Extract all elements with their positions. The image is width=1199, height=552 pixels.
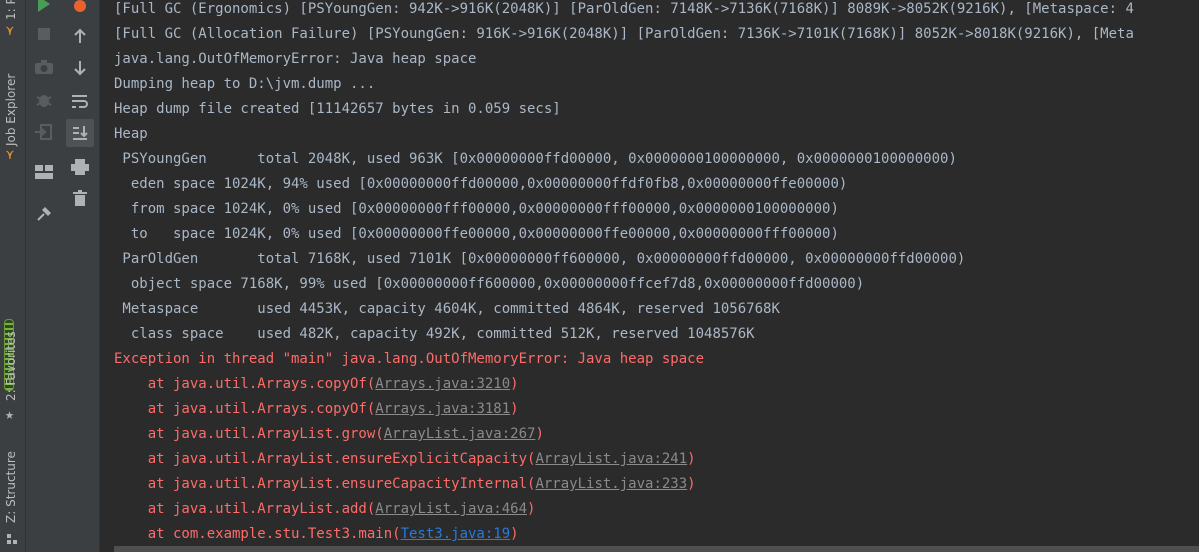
console-line: [Full GC (Ergonomics) [PSYoungGen: 942K-… xyxy=(114,0,1134,22)
camera-icon[interactable] xyxy=(32,55,56,79)
console-line: Heap xyxy=(114,122,148,147)
console-line: java.lang.OutOfMemoryError: Java heap sp… xyxy=(114,47,476,72)
console-line-suffix: ) xyxy=(510,401,519,417)
stack-trace-link[interactable]: Test3.java:19 xyxy=(401,526,511,542)
console-line-text: at com.example.stu.Test3.main( xyxy=(114,526,401,542)
console-line-suffix: ) xyxy=(687,451,696,467)
console-output[interactable]: [Full GC (Ergonomics) [PSYoungGen: 942K-… xyxy=(100,0,1199,552)
console-error-line: at com.example.stu.Test3.main(Test3.java… xyxy=(114,522,519,547)
console-line-text: to space 1024K, 0% used [0x00000000ffe00… xyxy=(114,226,839,242)
console-line-text: at java.util.ArrayList.grow( xyxy=(114,426,384,442)
pin-icon[interactable] xyxy=(32,202,56,226)
console-line: object space 7168K, 99% used [0x00000000… xyxy=(114,272,864,297)
project-icon: ⋎ xyxy=(6,24,14,39)
stop-icon[interactable] xyxy=(32,22,56,46)
console-error-line: at java.util.ArrayList.add(ArrayList.jav… xyxy=(114,497,536,522)
console-line-suffix: ) xyxy=(687,476,696,492)
tab-structure-label: Z: Structure xyxy=(4,451,18,523)
tab-structure[interactable]: Z: Structure xyxy=(0,445,25,545)
console-line-text: at java.util.ArrayList.ensureCapacityInt… xyxy=(114,476,536,492)
console-line-text: java.lang.OutOfMemoryError: Java heap sp… xyxy=(114,51,477,67)
console-line-suffix: ) xyxy=(510,526,519,542)
print-icon[interactable] xyxy=(68,155,92,179)
stack-trace-link[interactable]: Arrays.java:3210 xyxy=(375,376,510,392)
run-icon[interactable] xyxy=(32,0,56,16)
console-error-line: at java.util.ArrayList.grow(ArrayList.ja… xyxy=(114,422,544,447)
tab-favorites[interactable]: 2: Favorites ★ xyxy=(0,315,25,425)
console-error-line: at java.util.Arrays.copyOf(Arrays.java:3… xyxy=(114,372,519,397)
scroll-to-end-icon[interactable] xyxy=(66,119,94,147)
console-line: from space 1024K, 0% used [0x00000000fff… xyxy=(114,197,839,222)
stack-trace-link[interactable]: ArrayList.java:464 xyxy=(375,501,527,517)
console-line: Dumping heap to D:\jvm.dump ... xyxy=(114,72,375,97)
console-line-text: Heap dump file created [11142657 bytes i… xyxy=(114,101,561,117)
down-arrow-icon[interactable] xyxy=(68,56,92,80)
tab-job-explorer-label: Job Explorer xyxy=(4,73,18,146)
console-line-text: [Full GC (Ergonomics) [PSYoungGen: 942K-… xyxy=(114,1,1134,17)
stack-trace-link[interactable]: ArrayList.java:267 xyxy=(384,426,536,442)
console-line-text: Dumping heap to D:\jvm.dump ... xyxy=(114,76,376,92)
tab-favorites-label: 2: Favorites xyxy=(4,331,18,401)
console-line-text: at java.util.ArrayList.ensureExplicitCap… xyxy=(114,451,536,467)
console-line-text: eden space 1024K, 94% used [0x00000000ff… xyxy=(114,176,848,192)
console-line-text: at java.util.Arrays.copyOf( xyxy=(114,401,376,417)
console-line: eden space 1024K, 94% used [0x00000000ff… xyxy=(114,172,847,197)
job-explorer-icon: ⋎ xyxy=(6,148,14,163)
structure-icon xyxy=(7,529,17,544)
stack-trace-link[interactable]: ArrayList.java:241 xyxy=(535,451,687,467)
console-line: ParOldGen total 7168K, used 7101K [0x000… xyxy=(114,247,965,272)
console-line: to space 1024K, 0% used [0x00000000ffe00… xyxy=(114,222,839,247)
console-line-text: Metaspace used 4453K, capacity 4604K, co… xyxy=(114,301,780,317)
stack-trace-link[interactable]: Arrays.java:3181 xyxy=(375,401,510,417)
run-toolbar-left xyxy=(26,0,63,552)
console-error-line: at java.util.ArrayList.ensureExplicitCap… xyxy=(114,447,696,472)
console-line-text: ParOldGen total 7168K, used 7101K [0x000… xyxy=(114,251,966,267)
soft-wrap-icon[interactable] xyxy=(68,89,92,113)
console-line-suffix: ) xyxy=(535,426,544,442)
console-line: PSYoungGen total 2048K, used 963K [0x000… xyxy=(114,147,957,172)
console-line: Heap dump file created [11142657 bytes i… xyxy=(114,97,561,122)
console-line-text: at java.util.Arrays.copyOf( xyxy=(114,376,376,392)
console-error-line: at java.util.ArrayList.ensureCapacityInt… xyxy=(114,472,696,497)
tab-project[interactable]: ⋎ 1: Project xyxy=(0,0,25,45)
star-icon: ★ xyxy=(5,405,15,423)
left-tool-window-strip: ⋎ 1: Project Job Explorer ⋎ 2: Favorites… xyxy=(0,0,26,552)
exit-icon[interactable] xyxy=(32,120,56,144)
console-line-text: [Full GC (Allocation Failure) [PSYoungGe… xyxy=(114,26,1134,42)
rerun-failed-icon[interactable] xyxy=(68,0,92,16)
horizontal-scrollbar[interactable] xyxy=(114,546,1199,552)
trash-icon[interactable] xyxy=(68,186,92,210)
console-line-text: Exception in thread "main" java.lang.Out… xyxy=(114,351,705,367)
console-line-text: from space 1024K, 0% used [0x00000000fff… xyxy=(114,201,839,217)
console-line-suffix: ) xyxy=(527,501,536,517)
layout-icon[interactable] xyxy=(32,160,56,184)
console-line-text: class space used 482K, capacity 492K, co… xyxy=(114,326,755,342)
console-line-text: PSYoungGen total 2048K, used 963K [0x000… xyxy=(114,151,957,167)
console-error-line: at java.util.Arrays.copyOf(Arrays.java:3… xyxy=(114,397,519,422)
tab-project-label: 1: Project xyxy=(4,0,18,20)
debug-icon[interactable] xyxy=(32,88,56,112)
tab-job-explorer[interactable]: Job Explorer ⋎ xyxy=(0,60,25,170)
console-line-text: object space 7168K, 99% used [0x00000000… xyxy=(114,276,865,292)
run-toolbar-right xyxy=(62,0,100,552)
console-line: class space used 482K, capacity 492K, co… xyxy=(114,322,755,347)
console-error-line: Exception in thread "main" java.lang.Out… xyxy=(114,347,704,372)
console-line-suffix: ) xyxy=(510,376,519,392)
console-line-text: Heap xyxy=(114,126,148,142)
up-arrow-icon[interactable] xyxy=(68,24,92,48)
console-line: Metaspace used 4453K, capacity 4604K, co… xyxy=(114,297,780,322)
console-line: [Full GC (Allocation Failure) [PSYoungGe… xyxy=(114,22,1134,47)
stack-trace-link[interactable]: ArrayList.java:233 xyxy=(535,476,687,492)
console-line-text: at java.util.ArrayList.add( xyxy=(114,501,376,517)
